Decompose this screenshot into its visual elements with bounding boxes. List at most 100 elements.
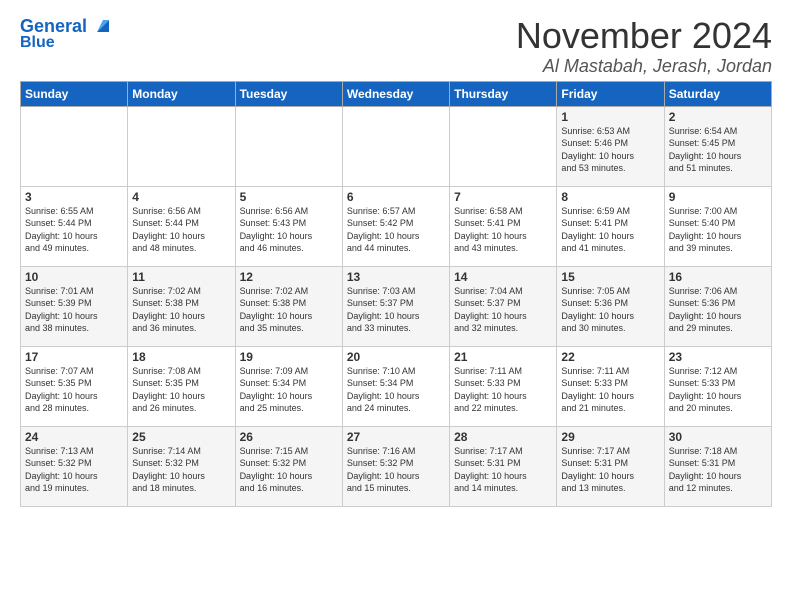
col-tuesday: Tuesday — [235, 81, 342, 106]
day-number: 22 — [561, 350, 659, 364]
calendar-cell: 25Sunrise: 7:14 AM Sunset: 5:32 PM Dayli… — [128, 426, 235, 506]
calendar-week-1: 1Sunrise: 6:53 AM Sunset: 5:46 PM Daylig… — [21, 106, 772, 186]
day-number: 24 — [25, 430, 123, 444]
calendar-cell: 14Sunrise: 7:04 AM Sunset: 5:37 PM Dayli… — [450, 266, 557, 346]
calendar-cell: 13Sunrise: 7:03 AM Sunset: 5:37 PM Dayli… — [342, 266, 449, 346]
day-info: Sunrise: 7:01 AM Sunset: 5:39 PM Dayligh… — [25, 285, 123, 335]
col-wednesday: Wednesday — [342, 81, 449, 106]
logo: General Blue — [20, 16, 115, 52]
day-info: Sunrise: 7:10 AM Sunset: 5:34 PM Dayligh… — [347, 365, 445, 415]
day-info: Sunrise: 7:03 AM Sunset: 5:37 PM Dayligh… — [347, 285, 445, 335]
calendar-cell — [342, 106, 449, 186]
day-number: 29 — [561, 430, 659, 444]
day-number: 10 — [25, 270, 123, 284]
page: General Blue November 2024 Al Mastabah, … — [0, 0, 792, 517]
calendar-cell: 12Sunrise: 7:02 AM Sunset: 5:38 PM Dayli… — [235, 266, 342, 346]
col-friday: Friday — [557, 81, 664, 106]
day-number: 21 — [454, 350, 552, 364]
calendar-cell: 27Sunrise: 7:16 AM Sunset: 5:32 PM Dayli… — [342, 426, 449, 506]
calendar-week-4: 17Sunrise: 7:07 AM Sunset: 5:35 PM Dayli… — [21, 346, 772, 426]
day-number: 12 — [240, 270, 338, 284]
day-number: 5 — [240, 190, 338, 204]
day-number: 15 — [561, 270, 659, 284]
day-info: Sunrise: 7:15 AM Sunset: 5:32 PM Dayligh… — [240, 445, 338, 495]
day-number: 2 — [669, 110, 767, 124]
day-number: 26 — [240, 430, 338, 444]
day-number: 4 — [132, 190, 230, 204]
day-number: 13 — [347, 270, 445, 284]
calendar-week-2: 3Sunrise: 6:55 AM Sunset: 5:44 PM Daylig… — [21, 186, 772, 266]
day-info: Sunrise: 7:06 AM Sunset: 5:36 PM Dayligh… — [669, 285, 767, 335]
calendar-week-5: 24Sunrise: 7:13 AM Sunset: 5:32 PM Dayli… — [21, 426, 772, 506]
day-number: 27 — [347, 430, 445, 444]
calendar-cell: 26Sunrise: 7:15 AM Sunset: 5:32 PM Dayli… — [235, 426, 342, 506]
day-info: Sunrise: 7:07 AM Sunset: 5:35 PM Dayligh… — [25, 365, 123, 415]
day-info: Sunrise: 7:00 AM Sunset: 5:40 PM Dayligh… — [669, 205, 767, 255]
calendar-cell: 28Sunrise: 7:17 AM Sunset: 5:31 PM Dayli… — [450, 426, 557, 506]
day-number: 7 — [454, 190, 552, 204]
calendar-cell: 2Sunrise: 6:54 AM Sunset: 5:45 PM Daylig… — [664, 106, 771, 186]
day-info: Sunrise: 6:59 AM Sunset: 5:41 PM Dayligh… — [561, 205, 659, 255]
day-info: Sunrise: 6:56 AM Sunset: 5:44 PM Dayligh… — [132, 205, 230, 255]
col-thursday: Thursday — [450, 81, 557, 106]
calendar-cell: 16Sunrise: 7:06 AM Sunset: 5:36 PM Dayli… — [664, 266, 771, 346]
calendar-cell: 17Sunrise: 7:07 AM Sunset: 5:35 PM Dayli… — [21, 346, 128, 426]
calendar-cell: 11Sunrise: 7:02 AM Sunset: 5:38 PM Dayli… — [128, 266, 235, 346]
day-number: 1 — [561, 110, 659, 124]
calendar-cell: 6Sunrise: 6:57 AM Sunset: 5:42 PM Daylig… — [342, 186, 449, 266]
day-number: 20 — [347, 350, 445, 364]
day-info: Sunrise: 7:16 AM Sunset: 5:32 PM Dayligh… — [347, 445, 445, 495]
day-number: 25 — [132, 430, 230, 444]
day-info: Sunrise: 7:09 AM Sunset: 5:34 PM Dayligh… — [240, 365, 338, 415]
col-sunday: Sunday — [21, 81, 128, 106]
calendar-cell — [235, 106, 342, 186]
day-info: Sunrise: 7:17 AM Sunset: 5:31 PM Dayligh… — [454, 445, 552, 495]
day-number: 6 — [347, 190, 445, 204]
day-info: Sunrise: 6:55 AM Sunset: 5:44 PM Dayligh… — [25, 205, 123, 255]
day-info: Sunrise: 7:02 AM Sunset: 5:38 PM Dayligh… — [240, 285, 338, 335]
day-info: Sunrise: 7:12 AM Sunset: 5:33 PM Dayligh… — [669, 365, 767, 415]
calendar-cell: 23Sunrise: 7:12 AM Sunset: 5:33 PM Dayli… — [664, 346, 771, 426]
day-number: 16 — [669, 270, 767, 284]
location-title: Al Mastabah, Jerash, Jordan — [516, 56, 772, 77]
calendar-cell: 15Sunrise: 7:05 AM Sunset: 5:36 PM Dayli… — [557, 266, 664, 346]
day-info: Sunrise: 6:53 AM Sunset: 5:46 PM Dayligh… — [561, 125, 659, 175]
day-number: 30 — [669, 430, 767, 444]
day-number: 19 — [240, 350, 338, 364]
calendar-cell: 5Sunrise: 6:56 AM Sunset: 5:43 PM Daylig… — [235, 186, 342, 266]
calendar-cell: 19Sunrise: 7:09 AM Sunset: 5:34 PM Dayli… — [235, 346, 342, 426]
day-info: Sunrise: 7:14 AM Sunset: 5:32 PM Dayligh… — [132, 445, 230, 495]
day-info: Sunrise: 6:57 AM Sunset: 5:42 PM Dayligh… — [347, 205, 445, 255]
calendar-cell — [21, 106, 128, 186]
calendar-cell: 29Sunrise: 7:17 AM Sunset: 5:31 PM Dayli… — [557, 426, 664, 506]
calendar-cell — [450, 106, 557, 186]
day-info: Sunrise: 7:04 AM Sunset: 5:37 PM Dayligh… — [454, 285, 552, 335]
calendar-cell: 18Sunrise: 7:08 AM Sunset: 5:35 PM Dayli… — [128, 346, 235, 426]
calendar-cell: 20Sunrise: 7:10 AM Sunset: 5:34 PM Dayli… — [342, 346, 449, 426]
title-block: November 2024 Al Mastabah, Jerash, Jorda… — [516, 16, 772, 77]
day-number: 18 — [132, 350, 230, 364]
day-info: Sunrise: 6:58 AM Sunset: 5:41 PM Dayligh… — [454, 205, 552, 255]
calendar-cell: 21Sunrise: 7:11 AM Sunset: 5:33 PM Dayli… — [450, 346, 557, 426]
calendar-cell: 1Sunrise: 6:53 AM Sunset: 5:46 PM Daylig… — [557, 106, 664, 186]
day-info: Sunrise: 7:02 AM Sunset: 5:38 PM Dayligh… — [132, 285, 230, 335]
calendar-cell: 22Sunrise: 7:11 AM Sunset: 5:33 PM Dayli… — [557, 346, 664, 426]
calendar-cell: 24Sunrise: 7:13 AM Sunset: 5:32 PM Dayli… — [21, 426, 128, 506]
col-monday: Monday — [128, 81, 235, 106]
calendar-cell: 3Sunrise: 6:55 AM Sunset: 5:44 PM Daylig… — [21, 186, 128, 266]
day-info: Sunrise: 7:11 AM Sunset: 5:33 PM Dayligh… — [561, 365, 659, 415]
day-number: 17 — [25, 350, 123, 364]
day-info: Sunrise: 7:18 AM Sunset: 5:31 PM Dayligh… — [669, 445, 767, 495]
month-title: November 2024 — [516, 16, 772, 56]
calendar-week-3: 10Sunrise: 7:01 AM Sunset: 5:39 PM Dayli… — [21, 266, 772, 346]
day-info: Sunrise: 7:11 AM Sunset: 5:33 PM Dayligh… — [454, 365, 552, 415]
day-info: Sunrise: 7:17 AM Sunset: 5:31 PM Dayligh… — [561, 445, 659, 495]
day-info: Sunrise: 6:54 AM Sunset: 5:45 PM Dayligh… — [669, 125, 767, 175]
day-info: Sunrise: 7:13 AM Sunset: 5:32 PM Dayligh… — [25, 445, 123, 495]
col-saturday: Saturday — [664, 81, 771, 106]
header-row: Sunday Monday Tuesday Wednesday Thursday… — [21, 81, 772, 106]
calendar-cell: 30Sunrise: 7:18 AM Sunset: 5:31 PM Dayli… — [664, 426, 771, 506]
day-number: 11 — [132, 270, 230, 284]
day-number: 9 — [669, 190, 767, 204]
calendar-table: Sunday Monday Tuesday Wednesday Thursday… — [20, 81, 772, 507]
